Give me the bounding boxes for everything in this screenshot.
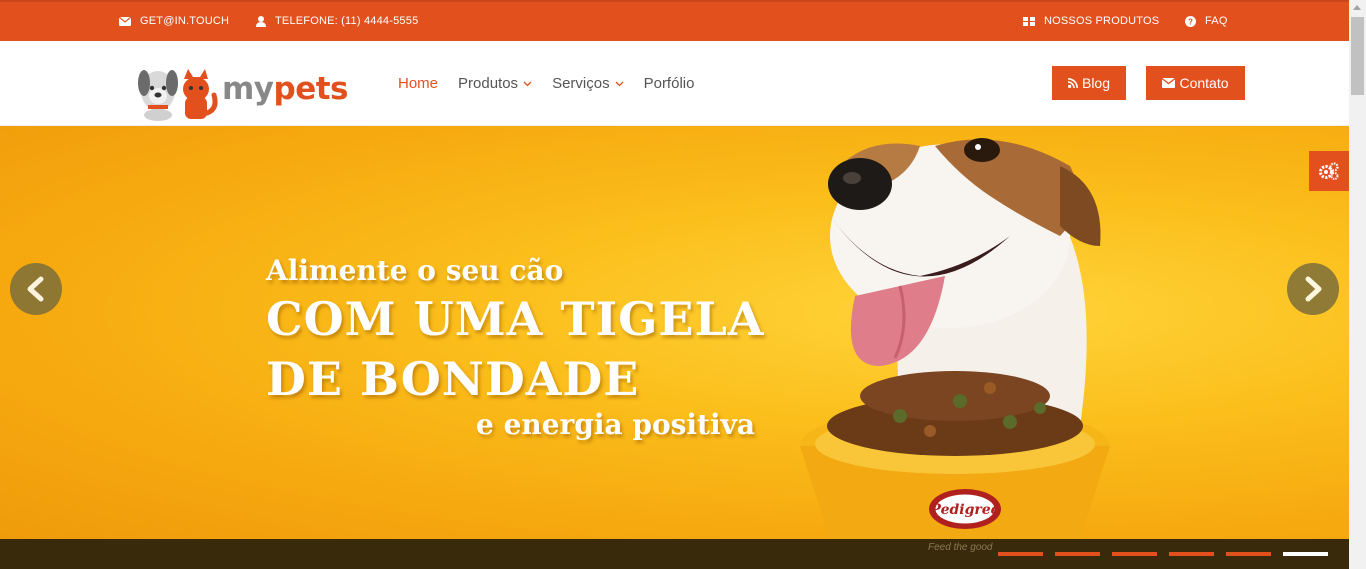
dog-with-food-bowl-image: Pedigree	[800, 138, 1110, 539]
hero-line-3: DE BONDADE	[266, 352, 640, 406]
slider-indicator[interactable]	[1055, 552, 1100, 556]
nav-servicos[interactable]: Serviços	[552, 75, 624, 92]
topbar-faq-link[interactable]: ? FAQ	[1185, 15, 1228, 27]
contato-button-label: Contato	[1179, 75, 1229, 91]
hero-slider: Alimente o seu cão COM UMA TIGELA DE BON…	[0, 126, 1349, 539]
slider-indicator[interactable]	[1169, 552, 1214, 556]
nav-portfolio-label: Porfólio	[643, 75, 695, 92]
slider-indicator[interactable]	[1226, 552, 1271, 556]
logo-text-pets: pets	[273, 71, 349, 107]
slider-bottom-strip: Feed the good	[0, 539, 1349, 569]
blog-button[interactable]: Blog	[1052, 66, 1126, 100]
slider-prev-button[interactable]	[10, 263, 62, 315]
logo-pets-illustration	[138, 69, 218, 121]
logo-wordmark: mypets	[222, 71, 349, 107]
slider-next-button[interactable]	[1287, 263, 1339, 315]
chevron-left-icon	[27, 276, 44, 302]
rss-icon	[1067, 78, 1078, 88]
slider-indicators	[998, 552, 1340, 556]
scroll-up-arrow[interactable]	[1353, 5, 1361, 10]
topbar-faq-text: FAQ	[1205, 15, 1228, 27]
page-scrollbar[interactable]	[1349, 0, 1366, 569]
nav-servicos-label: Serviços	[552, 75, 610, 92]
settings-toggle-button[interactable]	[1309, 151, 1349, 191]
bowl-tagline: Feed the good	[928, 542, 993, 553]
chevron-down-icon	[523, 81, 532, 86]
gears-icon	[1319, 162, 1339, 180]
topbar-products-link[interactable]: NOSSOS PRODUTOS	[1023, 15, 1159, 27]
slider-indicator[interactable]	[998, 552, 1043, 556]
site-logo[interactable]: mypets	[134, 61, 349, 121]
chevron-right-icon	[1305, 276, 1322, 302]
nav-produtos[interactable]: Produtos	[458, 75, 532, 92]
topbar-phone-text: TELEFONE: (11) 4444-5555	[275, 15, 419, 27]
hero-line-1: Alimente o seu cão	[266, 254, 564, 287]
hero-line-2: COM UMA TIGELA	[266, 292, 765, 346]
envelope-icon	[119, 16, 131, 26]
chevron-down-icon	[615, 81, 624, 86]
bowl-brand-logo: Pedigree	[929, 502, 999, 518]
topbar-email[interactable]: GET@IN.TOUCH	[119, 15, 229, 27]
topbar-email-text: GET@IN.TOUCH	[140, 15, 230, 27]
envelope-icon	[1162, 78, 1176, 88]
scrollbar-thumb[interactable]	[1351, 17, 1364, 95]
nav-produtos-label: Produtos	[458, 75, 519, 92]
site-header: mypets Home Produtos Serviços Porfólio B…	[0, 41, 1349, 126]
nav-home-label: Home	[398, 75, 439, 92]
question-icon: ?	[1185, 15, 1196, 27]
slider-indicator[interactable]	[1112, 552, 1157, 556]
main-nav: Home Produtos Serviços Porfólio	[398, 75, 714, 92]
grid-icon	[1023, 16, 1035, 26]
nav-portfolio[interactable]: Porfólio	[644, 75, 695, 92]
nav-home[interactable]: Home	[398, 75, 438, 92]
hero-line-4: e energia positiva	[476, 408, 756, 441]
top-bar: GET@IN.TOUCH TELEFONE: (11) 4444-5555 NO…	[0, 0, 1349, 41]
svg-text:?: ?	[1188, 17, 1193, 26]
topbar-products-text: NOSSOS PRODUTOS	[1044, 15, 1160, 27]
logo-text-my: my	[222, 71, 274, 107]
user-icon	[256, 15, 266, 27]
blog-button-label: Blog	[1081, 75, 1111, 91]
topbar-phone: TELEFONE: (11) 4444-5555	[256, 15, 418, 27]
contato-button[interactable]: Contato	[1146, 66, 1245, 100]
slider-indicator-active[interactable]	[1283, 552, 1328, 556]
